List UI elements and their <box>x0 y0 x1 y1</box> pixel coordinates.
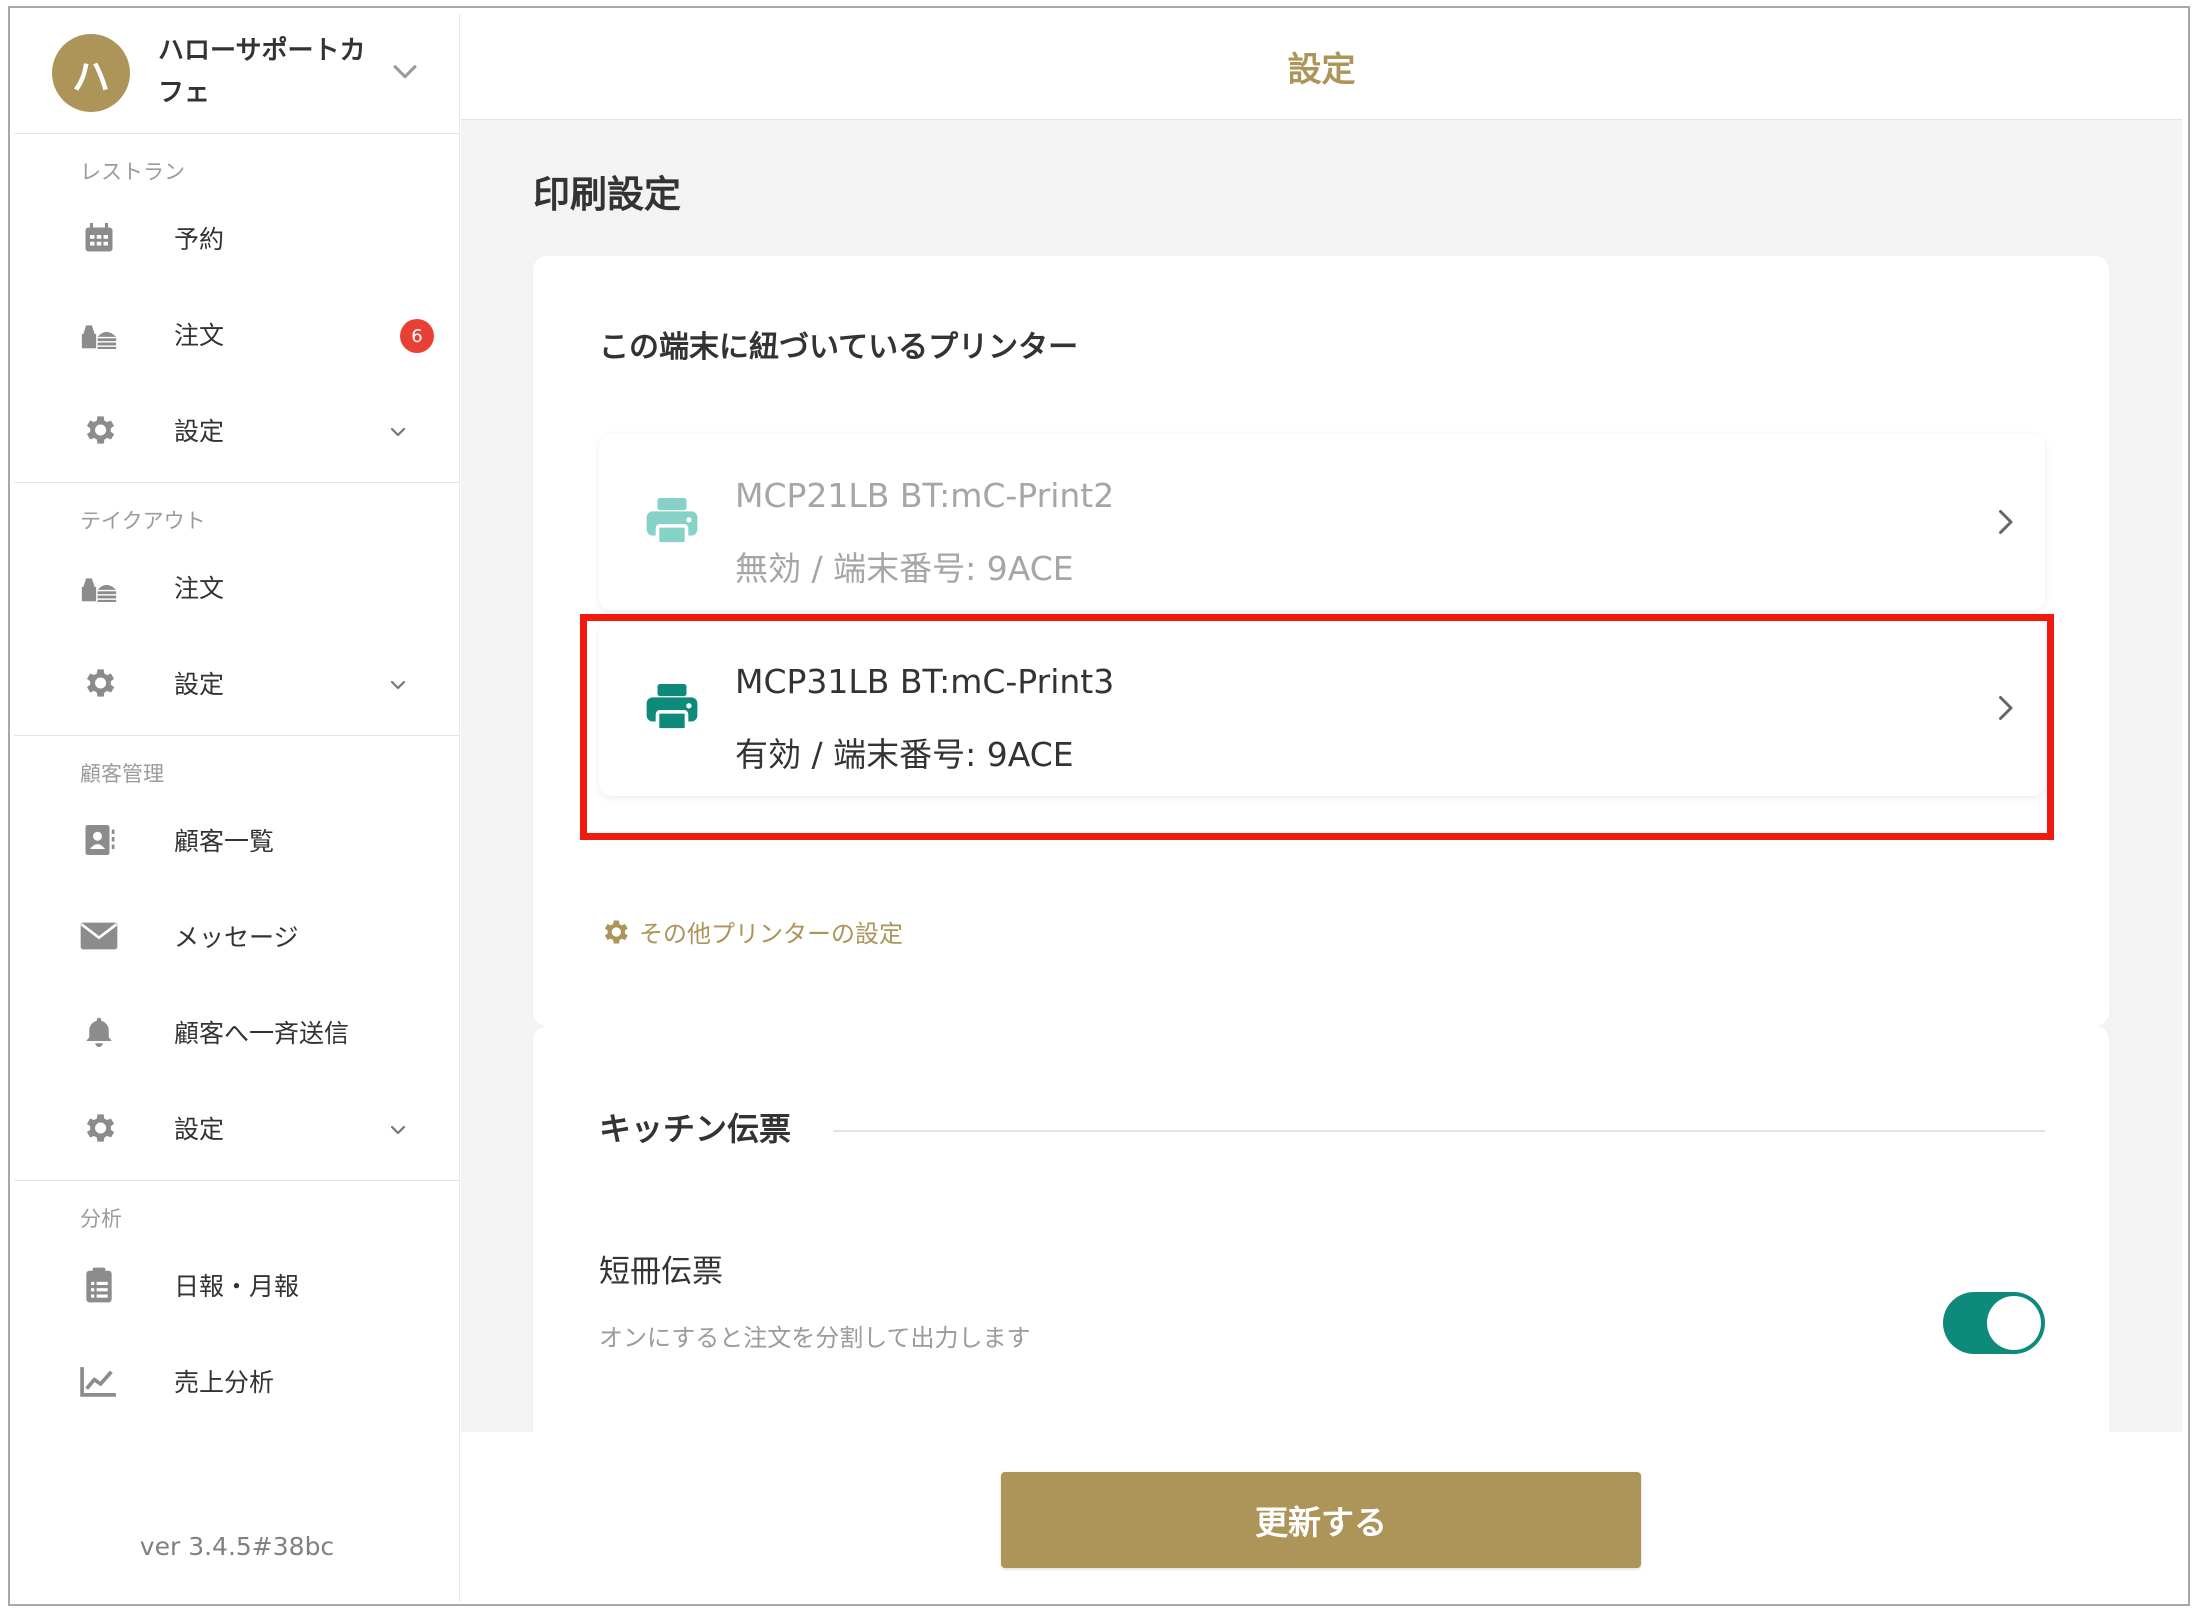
sidebar-item-restaurant-orders[interactable]: 注文 6 <box>14 286 459 382</box>
printer-status: 無効 / 端末番号: 9ACE <box>735 549 1074 588</box>
other-printer-settings-link[interactable]: その他プリンターの設定 <box>599 914 903 949</box>
bell-icon <box>78 1011 120 1053</box>
chevron-right-icon <box>1999 510 2013 534</box>
sidebar-item-label: メッセージ <box>174 923 299 952</box>
top-bar: 設定 <box>461 14 2182 120</box>
sidebar-item-label: 予約 <box>174 225 225 254</box>
kitchen-slip-card: キッチン伝票 短冊伝票 オンにすると注文を分割して出力します <box>533 1026 2109 1456</box>
other-printer-settings-label: その他プリンターの設定 <box>639 920 903 948</box>
highlight-box <box>580 614 2054 840</box>
update-button[interactable]: 更新する <box>1001 1472 1641 1568</box>
printer-name: MCP21LB BT:mC-Print2 <box>735 476 1115 515</box>
chevron-down-icon <box>390 1125 406 1135</box>
sidebar-item-label: 注文 <box>174 574 225 603</box>
printers-heading: この端末に紐づいているプリンター <box>599 330 1079 365</box>
sidebar-item-label: 設定 <box>174 670 225 699</box>
strip-slip-description: オンにすると注文を分割して出力します <box>599 1324 1031 1352</box>
order-tray-icon <box>78 313 120 355</box>
sidebar-item-label: 顧客へ一斉送信 <box>174 1019 350 1048</box>
page-title: 印刷設定 <box>533 173 681 216</box>
header-title: 設定 <box>1287 50 1356 90</box>
line-chart-icon <box>78 1360 120 1402</box>
sidebar-item-sales-analysis[interactable]: 売上分析 <box>14 1333 459 1429</box>
chevron-down-icon[interactable] <box>388 54 422 88</box>
sidebar-item-label: 設定 <box>174 1115 225 1144</box>
section-label-customers: 顧客管理 <box>80 762 164 786</box>
strip-slip-toggle[interactable] <box>1943 1292 2045 1354</box>
order-count-badge: 6 <box>400 319 434 353</box>
gear-icon <box>604 920 628 943</box>
section-label-restaurant: レストラン <box>80 160 185 184</box>
shop-name: ハローサポートカフェ <box>158 36 366 108</box>
toggle-knob <box>1987 1296 2041 1350</box>
section-label-takeout: テイクアウト <box>80 509 206 533</box>
shop-switcher[interactable]: ハ ハローサポートカフェ <box>14 14 459 134</box>
sidebar: ハ ハローサポートカフェ レストラン 予約 注文 6 設定 テイクアウト 注文 <box>14 14 460 1602</box>
sidebar-item-messages[interactable]: メッセージ <box>14 888 459 984</box>
sidebar-item-label: 日報・月報 <box>174 1272 300 1301</box>
printer-row[interactable]: MCP21LB BT:mC-Print2 無効 / 端末番号: 9ACE <box>599 434 2045 610</box>
avatar: ハ <box>52 34 130 112</box>
calendar-icon <box>78 217 120 259</box>
chevron-down-icon <box>390 680 406 690</box>
kitchen-slip-heading: キッチン伝票 <box>599 1110 792 1148</box>
section-label-analytics: 分析 <box>80 1207 122 1231</box>
order-tray-icon <box>78 566 120 608</box>
sidebar-item-broadcast[interactable]: 顧客へ一斉送信 <box>14 984 459 1080</box>
sidebar-item-restaurant-reservation[interactable]: 予約 <box>14 190 459 286</box>
contact-card-icon <box>78 819 120 861</box>
sidebar-item-restaurant-settings[interactable]: 設定 <box>14 382 459 478</box>
chevron-down-icon <box>390 427 406 437</box>
gear-icon <box>78 1107 120 1149</box>
sidebar-item-takeout-settings[interactable]: 設定 <box>14 635 459 731</box>
gear-icon <box>78 662 120 704</box>
sidebar-item-customer-settings[interactable]: 設定 <box>14 1080 459 1176</box>
sidebar-item-label: 顧客一覧 <box>174 827 275 856</box>
sidebar-item-customer-list[interactable]: 顧客一覧 <box>14 792 459 888</box>
footer-bar: 更新する <box>461 1432 2182 1602</box>
section-divider <box>833 1130 2045 1132</box>
envelope-icon <box>78 915 120 957</box>
clipboard-icon <box>78 1264 120 1306</box>
sidebar-item-label: 注文 <box>174 321 225 350</box>
sidebar-item-label: 売上分析 <box>174 1368 275 1397</box>
version-label: ver 3.4.5#38bc <box>139 1532 335 1561</box>
printer-icon <box>646 498 698 546</box>
strip-slip-label: 短冊伝票 <box>599 1254 723 1290</box>
sidebar-item-takeout-orders[interactable]: 注文 <box>14 539 459 635</box>
sidebar-item-reports[interactable]: 日報・月報 <box>14 1237 459 1333</box>
sidebar-item-label: 設定 <box>174 417 225 446</box>
gear-icon <box>78 409 120 451</box>
